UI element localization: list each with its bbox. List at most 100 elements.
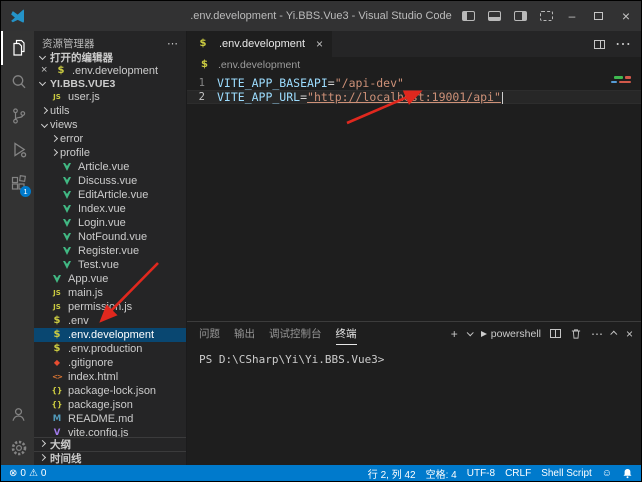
timeline-section[interactable]: 时间线 (34, 451, 186, 465)
split-editor-icon[interactable] (594, 40, 605, 49)
close-tab-icon[interactable]: × (316, 37, 323, 51)
tree-item-.gitignore[interactable]: .gitignore (34, 356, 186, 370)
tree-item-label: .gitignore (68, 357, 113, 369)
restore-button[interactable] (585, 1, 611, 31)
activity-extensions[interactable]: 1 (1, 167, 34, 201)
customize-layout-icon[interactable] (533, 1, 559, 31)
new-terminal-icon[interactable]: + (451, 327, 458, 341)
tree-item-Index.vue[interactable]: Index.vue (34, 202, 186, 216)
panel-more-actions-icon[interactable]: ⋯ (591, 327, 603, 341)
tree-item-Test.vue[interactable]: Test.vue (34, 258, 186, 272)
tree-item-error[interactable]: error (34, 132, 186, 146)
shell-label: powershell (491, 328, 541, 340)
tree-item-NotFound.vue[interactable]: NotFound.vue (34, 230, 186, 244)
vue-file-icon (60, 231, 74, 243)
tree-item-EditArticle.vue[interactable]: EditArticle.vue (34, 188, 186, 202)
notifications-bell-icon[interactable] (622, 468, 633, 479)
warning-icon: ⚠ (29, 468, 38, 479)
terminal-prompt: PS D:\CSharp\Yi\Yi.BBS.Vue3> (199, 353, 384, 366)
indentation[interactable]: 空格: 4 (426, 466, 457, 481)
panel-header: 问题输出调试控制台终端 + powershell ⋯ (187, 322, 641, 345)
maximize-panel-icon[interactable] (610, 331, 617, 338)
tree-item-profile[interactable]: profile (34, 146, 186, 160)
tree-item-.env.development[interactable]: .env.development (34, 328, 186, 342)
eol-sequence[interactable]: CRLF (505, 468, 531, 479)
env-file-icon (199, 59, 210, 71)
terminal-profile-dropdown-icon[interactable] (466, 329, 473, 336)
tree-item-utils[interactable]: utils (34, 104, 186, 118)
error-icon: ⊗ (9, 468, 17, 479)
tree-item-package.json[interactable]: package.json (34, 398, 186, 412)
activity-account[interactable] (1, 397, 34, 431)
panel-tab-terminal[interactable]: 终端 (336, 322, 357, 345)
close-panel-icon[interactable]: × (626, 327, 633, 341)
close-editor-icon[interactable]: × (41, 65, 54, 76)
tree-item-label: Article.vue (78, 161, 129, 173)
tree-item-user.js[interactable]: user.js (34, 90, 186, 104)
activity-search[interactable] (1, 65, 34, 99)
tree-item-Discuss.vue[interactable]: Discuss.vue (34, 174, 186, 188)
open-editors-section[interactable]: 打开的编辑器 (34, 51, 186, 64)
editor-code-area[interactable]: 1VITE_APP_BASEAPI="/api-dev"2VITE_APP_UR… (187, 73, 641, 321)
terminal[interactable]: PS D:\CSharp\Yi\Yi.BBS.Vue3> (187, 345, 641, 465)
terminal-shell-selector[interactable]: powershell (481, 328, 541, 340)
tree-item-Login.vue[interactable]: Login.vue (34, 216, 186, 230)
tree-item-vite.config.js[interactable]: vite.config.js (34, 426, 186, 437)
tree-item-.env.production[interactable]: .env.production (34, 342, 186, 356)
panel-tab-debug-console[interactable]: 调试控制台 (269, 322, 322, 345)
chevron-expanded-icon (41, 120, 48, 127)
feedback-icon[interactable]: ☺ (602, 468, 612, 479)
editor-group: .env.development × ⋯ .env.development 1V… (187, 31, 641, 465)
split-terminal-icon[interactable] (550, 329, 561, 338)
tree-item-label: index.html (68, 371, 118, 383)
toggle-primary-sidebar-icon[interactable] (455, 1, 481, 31)
activity-explorer[interactable] (1, 31, 34, 65)
tree-item-label: package-lock.json (68, 385, 156, 397)
tree-item-package-lock.json[interactable]: package-lock.json (34, 384, 186, 398)
activity-source-control[interactable] (1, 99, 34, 133)
file-tree: user.jsutilsviewserrorprofileArticle.vue… (34, 90, 186, 437)
sidebar-title: 资源管理器 (42, 36, 95, 51)
js-file-icon (50, 287, 64, 299)
tree-item-views[interactable]: views (34, 118, 186, 132)
tree-item-Article.vue[interactable]: Article.vue (34, 160, 186, 174)
close-window-button[interactable]: × (611, 1, 641, 31)
code-line-1[interactable]: 1VITE_APP_BASEAPI="/api-dev" (187, 76, 641, 90)
explorer-more-actions-icon[interactable]: ⋯ (167, 37, 178, 50)
breadcrumb[interactable]: .env.development (187, 57, 641, 73)
tree-item-index.html[interactable]: index.html (34, 370, 186, 384)
tree-item-label: Index.vue (78, 203, 126, 215)
tree-item-Register.vue[interactable]: Register.vue (34, 244, 186, 258)
panel-tab-problems[interactable]: 问题 (199, 322, 220, 345)
minimize-button[interactable]: – (559, 1, 585, 31)
language-mode[interactable]: Shell Script (541, 468, 592, 479)
cursor-position[interactable]: 行 2, 列 42 (368, 466, 416, 481)
tree-item-permission.js[interactable]: permission.js (34, 300, 186, 314)
problems-status[interactable]: ⊗ 0 ⚠ 0 (9, 468, 46, 479)
token-operator: = (328, 76, 335, 90)
tab-env-development[interactable]: .env.development × (187, 31, 332, 57)
editor-more-actions-icon[interactable]: ⋯ (615, 34, 631, 54)
outline-section[interactable]: 大纲 (34, 437, 186, 451)
panel-tab-output[interactable]: 输出 (234, 322, 255, 345)
toggle-panel-icon[interactable] (481, 1, 507, 31)
tree-item-App.vue[interactable]: App.vue (34, 272, 186, 286)
activity-bar: 1 (1, 31, 34, 465)
toggle-secondary-sidebar-icon[interactable] (507, 1, 533, 31)
tree-item-main.js[interactable]: main.js (34, 286, 186, 300)
vite-file-icon (50, 427, 64, 437)
open-editor-item[interactable]: × .env.development (34, 64, 186, 77)
activity-run-debug[interactable] (1, 133, 34, 167)
status-bar: ⊗ 0 ⚠ 0 行 2, 列 42 空格: 4 UTF-8 CRLF Shell… (1, 465, 641, 481)
run-debug-icon (9, 140, 29, 160)
encoding[interactable]: UTF-8 (467, 468, 495, 479)
tree-item-.env[interactable]: .env (34, 314, 186, 328)
editor-tab-bar: .env.development × ⋯ (187, 31, 641, 57)
tree-item-README.md[interactable]: README.md (34, 412, 186, 426)
code-line-2[interactable]: 2VITE_APP_URL="http://localhost:19001/ap… (187, 90, 641, 104)
activity-settings[interactable] (1, 431, 34, 465)
env-file-icon (196, 38, 210, 50)
project-section-header[interactable]: YI.BBS.VUE3 (34, 77, 186, 90)
token-string: "http://localhost:19001/api" (307, 90, 501, 104)
kill-terminal-icon[interactable] (570, 328, 582, 340)
